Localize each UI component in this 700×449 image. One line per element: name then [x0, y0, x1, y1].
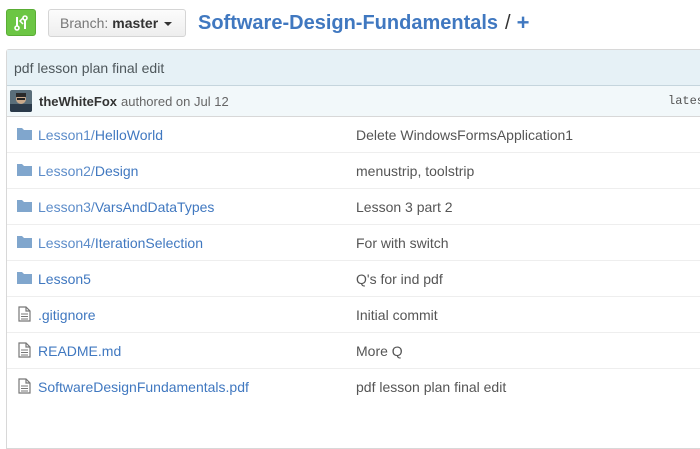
branch-value: master	[112, 15, 159, 31]
file-row: Lesson2/Design menustrip, toolstrip	[7, 152, 700, 188]
file-commit-message[interactable]: pdf lesson plan final edit	[356, 379, 506, 395]
folder-icon	[16, 198, 33, 214]
compare-button[interactable]	[6, 9, 36, 36]
latest-commit-label[interactable]: lates	[668, 86, 700, 116]
file-name-link[interactable]: Lesson2/Design	[38, 163, 138, 179]
commit-date: authored on Jul 12	[121, 93, 229, 109]
file-row: Lesson5 Q's for ind pdf	[7, 260, 700, 296]
breadcrumb: Software-Design-Fundamentals / +	[198, 9, 529, 37]
file-list: Lesson1/HelloWorld Delete WindowsFormsAp…	[7, 117, 700, 404]
file-row: SoftwareDesignFundamentals.pdf pdf lesso…	[7, 368, 700, 404]
file-commit-message[interactable]: menustrip, toolstrip	[356, 163, 474, 179]
folder-icon	[16, 162, 33, 178]
file-commit-message[interactable]: Initial commit	[356, 307, 438, 323]
commit-title-text: pdf lesson plan final edit	[14, 59, 165, 76]
file-row: Lesson1/HelloWorld Delete WindowsFormsAp…	[7, 117, 700, 152]
file-icon	[16, 342, 33, 358]
file-name-link[interactable]: Lesson3/VarsAndDataTypes	[38, 199, 214, 215]
repo-name-link[interactable]: Software-Design-Fundamentals	[198, 12, 498, 35]
file-commit-message[interactable]: For with switch	[356, 235, 449, 251]
file-commit-message[interactable]: Q's for ind pdf	[356, 271, 443, 287]
path-separator: /	[505, 11, 511, 34]
file-commit-message[interactable]: More Q	[356, 343, 403, 359]
file-name-link[interactable]: Lesson4/IterationSelection	[38, 235, 203, 251]
add-file-button[interactable]: +	[517, 10, 530, 36]
file-commit-message[interactable]: Lesson 3 part 2	[356, 199, 453, 215]
commit-author[interactable]: theWhiteFox	[39, 94, 117, 109]
file-icon	[16, 378, 33, 394]
file-name-link[interactable]: .gitignore	[38, 307, 96, 323]
file-name-link[interactable]: SoftwareDesignFundamentals.pdf	[38, 379, 249, 395]
folder-icon	[16, 234, 33, 250]
last-commit-message[interactable]: pdf lesson plan final edit	[7, 50, 700, 86]
branch-selector[interactable]: Branch: master	[48, 9, 186, 37]
avatar[interactable]	[10, 90, 32, 112]
file-name-link[interactable]: Lesson5	[38, 271, 91, 287]
file-commit-message[interactable]: Delete WindowsFormsApplication1	[356, 127, 573, 143]
folder-icon	[16, 126, 33, 142]
file-name-link[interactable]: Lesson1/HelloWorld	[38, 127, 163, 143]
folder-icon	[16, 270, 33, 286]
file-row: README.md More Q	[7, 332, 700, 368]
file-browser: pdf lesson plan final edit theWhiteFox a…	[6, 49, 700, 449]
file-row: Lesson4/IterationSelection For with swit…	[7, 224, 700, 260]
compare-arrows-icon	[14, 14, 28, 31]
file-icon	[16, 306, 33, 322]
commit-meta: theWhiteFox authored on Jul 12 lates	[7, 86, 700, 117]
chevron-down-icon	[164, 21, 173, 26]
branch-label: Branch:	[60, 15, 109, 31]
file-row: .gitignore Initial commit	[7, 296, 700, 332]
file-row: Lesson3/VarsAndDataTypes Lesson 3 part 2	[7, 188, 700, 224]
file-name-link[interactable]: README.md	[38, 343, 121, 359]
